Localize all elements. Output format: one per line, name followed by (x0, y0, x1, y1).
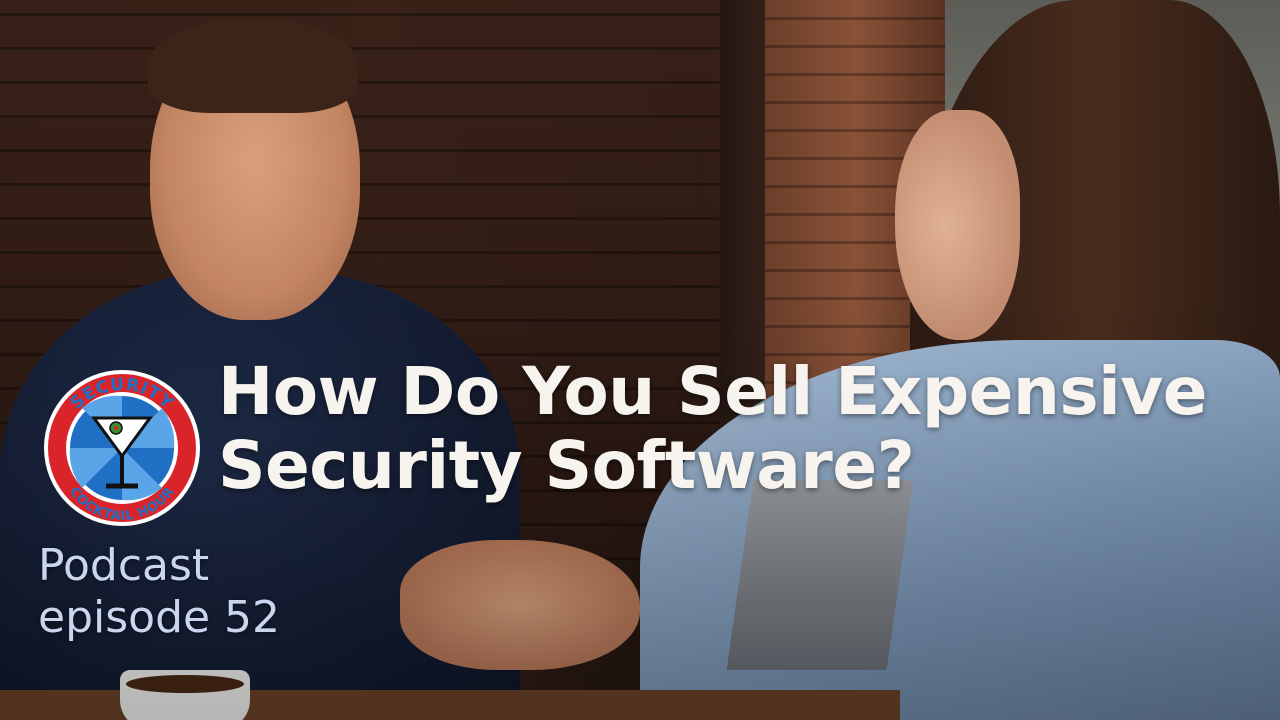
title-line-2: Security Software? (218, 427, 915, 504)
caption-line-1: Podcast (38, 540, 210, 591)
thumbnail: SECURITY COCKTAIL HOUR How Do You Sell E… (0, 0, 1280, 720)
title-line-1: How Do You Sell Expensive (218, 353, 1208, 430)
episode-title: How Do You Sell Expensive Security Softw… (218, 355, 1268, 503)
caption-line-2: episode 52 (38, 592, 281, 643)
security-cocktail-hour-logo: SECURITY COCKTAIL HOUR (44, 370, 200, 526)
episode-caption: Podcast episode 52 (38, 540, 368, 644)
